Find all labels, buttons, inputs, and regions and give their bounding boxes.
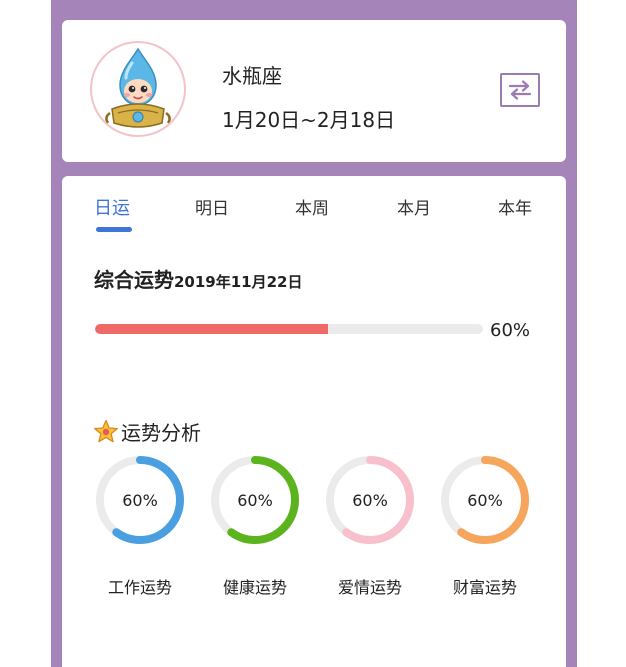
tab-year[interactable]: 本年 — [498, 194, 532, 219]
fortune-rings: 60% 工作运势 60% 健康运势 60% 爱情运势 60% 财富运势 — [92, 452, 562, 612]
work-fortune-label: 工作运势 — [107, 578, 172, 597]
analysis-title: 运势分析 — [121, 421, 201, 445]
aquarius-avatar — [90, 41, 186, 137]
overall-fortune-date: 2019年11月22日 — [174, 273, 303, 291]
tab-month[interactable]: 本月 — [397, 194, 431, 219]
overall-progress-bar — [95, 324, 483, 334]
tab-week[interactable]: 本周 — [295, 194, 329, 219]
health-fortune-ring: 60% 健康运势 — [207, 452, 307, 597]
sign-name: 水瓶座 — [222, 64, 282, 88]
aquarius-mascot-icon — [105, 47, 171, 128]
active-tab-indicator — [96, 227, 132, 232]
overall-fortune-heading: 综合运势2019年11月22日 — [94, 264, 303, 293]
sign-date-range: 1月20日~2月18日 — [222, 108, 396, 132]
love-fortune-ring: 60% 爱情运势 — [322, 452, 422, 597]
star-icon — [94, 419, 118, 442]
swap-arrows-icon — [508, 80, 532, 100]
tab-today[interactable]: 日运 — [94, 194, 130, 220]
health-fortune-value: 60% — [237, 490, 273, 510]
fortune-panel: 日运 明日 本周 本月 本年 综合运势2019年11月22日 60% 运势分析 … — [62, 176, 566, 667]
tab-tomorrow[interactable]: 明日 — [195, 194, 229, 219]
work-fortune-ring: 60% 工作运势 — [92, 452, 192, 597]
switch-sign-button[interactable] — [500, 73, 540, 107]
analysis-heading: 运势分析 — [93, 417, 201, 446]
work-fortune-value: 60% — [122, 490, 158, 510]
love-fortune-label: 爱情运势 — [337, 578, 402, 597]
overall-progress-fill — [95, 324, 328, 334]
overall-progress-value: 60% — [490, 320, 531, 341]
love-fortune-value: 60% — [352, 490, 388, 510]
overall-fortune-title: 综合运势 — [94, 268, 174, 292]
sign-card: 水瓶座 1月20日~2月18日 — [62, 20, 566, 162]
wealth-fortune-ring: 60% 财富运势 — [437, 452, 537, 597]
health-fortune-label: 健康运势 — [222, 578, 287, 597]
wealth-fortune-label: 财富运势 — [452, 578, 517, 597]
wealth-fortune-value: 60% — [467, 490, 503, 510]
